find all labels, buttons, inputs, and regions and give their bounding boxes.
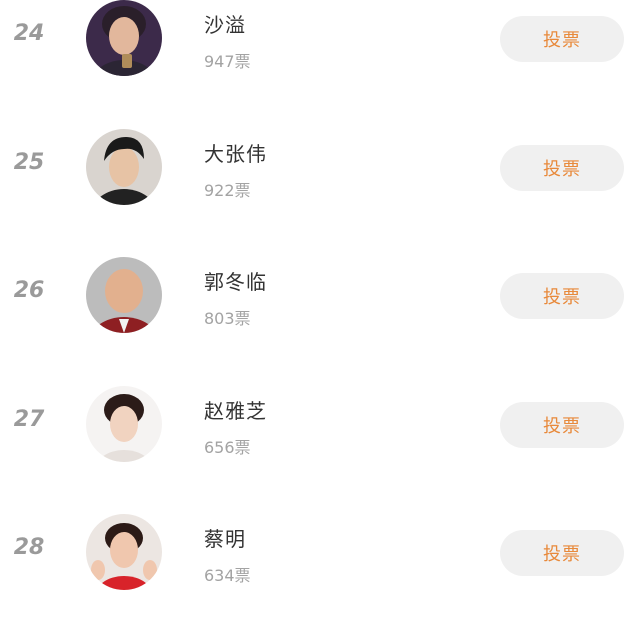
avatar[interactable]	[86, 0, 162, 76]
vote-count: 947票	[204, 52, 251, 71]
vote-count: 656票	[204, 438, 251, 457]
vote-button[interactable]: 投票	[500, 530, 624, 576]
avatar-portrait-icon	[86, 129, 162, 205]
candidate-name: 大张伟	[204, 142, 267, 166]
vote-count: 634票	[204, 566, 251, 585]
candidate-name: 赵雅芝	[204, 399, 267, 423]
candidate-name: 沙溢	[204, 13, 246, 37]
candidate-name: 蔡明	[204, 527, 246, 551]
avatar[interactable]	[86, 257, 162, 333]
vote-count: 922票	[204, 181, 251, 200]
avatar-portrait-icon	[86, 386, 162, 462]
vote-button[interactable]: 投票	[500, 402, 624, 448]
list-item: 25 大张伟 922票 投票	[0, 129, 640, 257]
candidate-name: 郭冬临	[204, 270, 267, 294]
rank-number: 24	[13, 21, 45, 46]
avatar-portrait-icon	[86, 257, 162, 333]
avatar-portrait-icon	[86, 514, 162, 590]
avatar[interactable]	[86, 129, 162, 205]
vote-button[interactable]: 投票	[500, 273, 624, 319]
vote-button[interactable]: 投票	[500, 16, 624, 62]
vote-count: 803票	[204, 309, 251, 328]
vote-button[interactable]: 投票	[500, 145, 624, 191]
list-item: 28 蔡明 634票 投票	[0, 514, 640, 642]
list-item: 24 沙溢 947票 投票	[0, 0, 640, 128]
rank-number: 27	[13, 407, 45, 432]
list-item: 26 郭冬临 803票 投票	[0, 257, 640, 385]
rank-number: 25	[13, 150, 45, 175]
avatar[interactable]	[86, 514, 162, 590]
rank-number: 28	[13, 535, 45, 560]
avatar-portrait-icon	[86, 0, 162, 76]
avatar[interactable]	[86, 386, 162, 462]
rank-number: 26	[13, 278, 45, 303]
list-item: 27 赵雅芝 656票 投票	[0, 386, 640, 514]
